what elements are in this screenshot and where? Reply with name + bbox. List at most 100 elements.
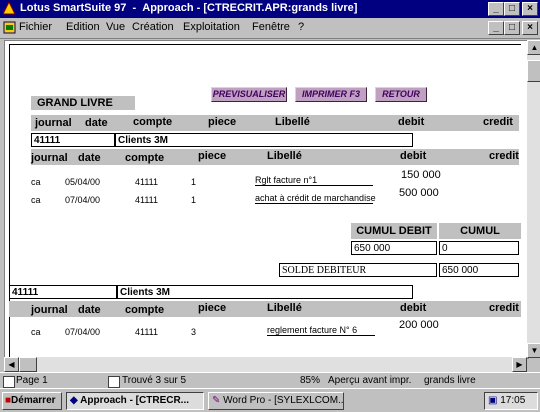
page-top-line [9, 44, 521, 45]
col-libelle-2: Libellé [267, 150, 302, 162]
tray-icon[interactable]: ▣ [488, 395, 497, 406]
row1-journal: ca [31, 177, 41, 187]
menu-vue[interactable]: Vue [106, 21, 125, 33]
col-journal-3: journal [31, 304, 68, 316]
vertical-scrollbar[interactable]: ▲ ▼ [527, 40, 540, 358]
close-button[interactable]: × [522, 2, 538, 16]
solde-field[interactable]: 650 000 [439, 263, 519, 277]
solde-label: SOLDE DEBITEUR [279, 263, 437, 277]
document-icon[interactable] [3, 21, 16, 34]
status-page[interactable]: Page 1 [16, 375, 48, 386]
start-label: Démarrer [11, 395, 56, 406]
col-debit-3: debit [400, 302, 427, 314]
doc-close-button[interactable]: × [522, 21, 538, 35]
col-compte-2: compte [125, 152, 165, 164]
task-wordpro-label: Word Pro - [SYLEXLCOM... [223, 395, 344, 406]
status-bar: Page 1 Trouvé 3 sur 5 85% Aperçu avant i… [0, 372, 540, 389]
row1-date: 05/04/00 [65, 177, 101, 187]
status-zoom[interactable]: 85% [300, 375, 320, 386]
window-title: Lotus SmartSuite 97 - Approach - [CTRECR… [20, 2, 358, 14]
row3-libelle: reglement facture N° 6 [267, 325, 375, 336]
row3-journal: ca [31, 327, 41, 337]
start-button[interactable]: ■Démarrer [2, 392, 62, 410]
menu-edition[interactable]: Edition [66, 21, 100, 33]
menu-bar: Fichier Edition Vue Création Exploitatio… [0, 18, 540, 39]
col-debit: debit [398, 116, 425, 128]
row2-date: 07/04/00 [65, 195, 101, 205]
status-view[interactable]: grands livre [424, 375, 476, 386]
row2-journal: ca [31, 195, 41, 205]
taskbar: ■Démarrer ◆ Approach - [CTRECR... ✎ Word… [0, 388, 540, 412]
row3-compte: 41111 [135, 327, 159, 337]
col-journal-2: journal [31, 152, 68, 164]
scroll-right-icon[interactable]: ▶ [512, 357, 527, 372]
lotus-app-icon[interactable] [2, 0, 16, 15]
maximize-button[interactable]: □ [504, 2, 520, 16]
col-piece-2: piece [198, 150, 227, 162]
scroll-thumb[interactable] [527, 60, 540, 82]
task-approach-label: Approach - [CTRECR... [80, 395, 190, 406]
account-name[interactable]: Clients 3M [115, 133, 413, 147]
menu-fichier[interactable]: Fichier [19, 21, 52, 33]
scroll-up-icon[interactable]: ▲ [527, 40, 540, 55]
previsualiser-button[interactable]: PREVISUALISER [211, 87, 287, 102]
cumul-credit-field[interactable]: 0 [439, 241, 519, 255]
title-bar: Lotus SmartSuite 97 - Approach - [CTRECR… [0, 0, 540, 18]
clock: 17:05 [500, 395, 526, 406]
col-libelle-3: Libellé [267, 302, 302, 314]
col-piece-3: piece [198, 302, 227, 314]
menu-help[interactable]: ? [298, 21, 304, 33]
retour-button[interactable]: RETOUR [375, 87, 427, 102]
cumul-debit-label: CUMUL DEBIT [351, 223, 437, 239]
account-name-2[interactable]: Clients 3M [117, 285, 413, 299]
menu-fenetre[interactable]: Fenêtre [252, 21, 290, 33]
col-piece: piece [208, 116, 237, 128]
row3-date: 07/04/00 [65, 327, 101, 337]
row2-libelle: achat à crédit de marchandise [255, 193, 376, 204]
row1-debit: 150 000 [401, 169, 441, 181]
scroll-left-icon[interactable]: ◀ [4, 357, 19, 372]
hscroll-thumb[interactable] [19, 357, 37, 372]
col-date-2: date [78, 152, 101, 164]
found-icon[interactable] [108, 376, 120, 388]
horizontal-scrollbar[interactable]: ◀ ▶ [4, 357, 527, 372]
task-approach[interactable]: ◆ Approach - [CTRECR... [66, 392, 204, 410]
cumul-credit-label: CUMUL CREDIT [439, 223, 521, 253]
account-code[interactable]: 41111 [31, 133, 115, 147]
row3-piece: 3 [191, 327, 197, 337]
wordpro-task-icon: ✎ [212, 395, 221, 406]
doc-minimize-button[interactable]: _ [488, 21, 504, 35]
col-journal: journal [35, 117, 72, 129]
cumul-debit-field[interactable]: 650 000 [351, 241, 437, 255]
menu-creation[interactable]: Création [132, 21, 174, 33]
col-credit-3: credit [489, 302, 519, 314]
imprimer-button[interactable]: IMPRIMER F3 [295, 87, 367, 102]
doc-maximize-button[interactable]: □ [504, 21, 520, 35]
col-date: date [85, 117, 108, 129]
col-compte: compte [133, 116, 173, 128]
col-credit-2: credit [489, 150, 519, 162]
status-found[interactable]: Trouvé 3 sur 5 [122, 375, 186, 386]
row2-piece: 1 [191, 195, 197, 205]
minimize-button[interactable]: _ [488, 2, 504, 16]
col-date-3: date [78, 304, 101, 316]
report-canvas: PREVISUALISER IMPRIMER F3 RETOUR GRAND L… [4, 40, 529, 359]
row3-debit: 200 000 [399, 319, 439, 331]
row2-debit: 500 000 [399, 187, 439, 199]
col-credit: credit [483, 116, 513, 128]
col-compte-3: compte [125, 304, 165, 316]
task-wordpro[interactable]: ✎ Word Pro - [SYLEXLCOM... [208, 392, 344, 410]
menu-exploitation[interactable]: Exploitation [183, 21, 240, 33]
row2-compte: 41111 [135, 195, 159, 205]
row1-piece: 1 [191, 177, 197, 187]
col-libelle: Libellé [275, 116, 310, 128]
app-name: Lotus SmartSuite 97 [20, 2, 127, 14]
approach-task-icon: ◆ [70, 395, 78, 406]
report-title: GRAND LIVRE [31, 96, 135, 110]
doc-title: Approach - [CTRECRIT.APR:grands livre] [142, 2, 358, 14]
status-mode[interactable]: Aperçu avant impr. [328, 375, 411, 386]
account-code-2[interactable]: 41111 [9, 285, 117, 299]
scroll-down-icon[interactable]: ▼ [527, 343, 540, 358]
page-nav-icon[interactable] [3, 376, 15, 388]
col-debit-2: debit [400, 150, 427, 162]
